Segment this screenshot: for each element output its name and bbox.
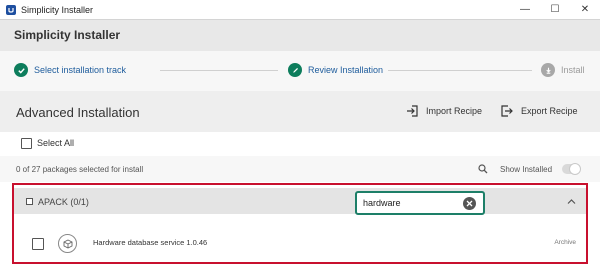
search-icon[interactable] bbox=[478, 164, 488, 174]
progress-stepper: Select installation track Review Install… bbox=[0, 51, 600, 91]
window-controls: — ☐ ✕ bbox=[510, 0, 600, 19]
group-label: APACK (0/1) bbox=[38, 197, 89, 207]
import-recipe-button[interactable]: Import Recipe bbox=[406, 105, 482, 117]
export-recipe-label: Export Recipe bbox=[521, 106, 578, 116]
maximize-button[interactable]: ☐ bbox=[540, 0, 570, 19]
export-icon bbox=[501, 105, 513, 117]
select-all-row: Select All bbox=[0, 132, 600, 156]
step-label: Select installation track bbox=[34, 65, 127, 75]
step-label: Install bbox=[561, 65, 585, 75]
window-title: Simplicity Installer bbox=[21, 4, 94, 15]
close-button[interactable]: ✕ bbox=[570, 0, 600, 19]
step-install[interactable]: Install bbox=[541, 63, 585, 77]
package-row: Hardware database service 1.0.46 Archive bbox=[14, 227, 586, 260]
show-installed-label: Show Installed bbox=[500, 165, 553, 174]
select-all-checkbox[interactable] bbox=[21, 138, 32, 149]
search-popup bbox=[355, 191, 485, 215]
select-all-label[interactable]: Select All bbox=[37, 138, 74, 148]
step-review-installation[interactable]: Review Installation bbox=[288, 63, 383, 77]
step-select-track[interactable]: Select installation track bbox=[14, 63, 126, 77]
pencil-icon bbox=[288, 63, 302, 77]
package-icon bbox=[58, 234, 77, 253]
app-logo-icon bbox=[6, 4, 16, 15]
page-title: Simplicity Installer bbox=[14, 28, 121, 42]
group-checkbox[interactable] bbox=[26, 198, 33, 205]
window-titlebar: Simplicity Installer — ☐ ✕ bbox=[0, 0, 600, 19]
section-title: Advanced Installation bbox=[16, 105, 140, 120]
package-group-header[interactable]: APACK (0/1) bbox=[14, 188, 586, 214]
step-connector bbox=[160, 70, 278, 71]
package-checkbox[interactable] bbox=[32, 238, 44, 250]
export-recipe-button[interactable]: Export Recipe bbox=[501, 105, 578, 117]
import-recipe-label: Import Recipe bbox=[426, 106, 483, 116]
app-header: Simplicity Installer bbox=[0, 19, 600, 51]
packages-toolbar: 0 of 27 packages selected for install Sh… bbox=[0, 156, 600, 182]
check-icon bbox=[14, 63, 28, 77]
chevron-up-icon[interactable] bbox=[567, 198, 576, 205]
selected-count: 0 of 27 packages selected for install bbox=[16, 165, 144, 174]
advanced-installation-bar: Advanced Installation Import Recipe Expo… bbox=[0, 91, 600, 132]
minimize-button[interactable]: — bbox=[510, 0, 540, 19]
package-tag: Archive bbox=[554, 239, 576, 246]
toggle-knob bbox=[569, 163, 581, 175]
show-installed-toggle[interactable] bbox=[562, 163, 581, 175]
search-input[interactable] bbox=[363, 196, 458, 210]
clear-search-icon[interactable] bbox=[463, 197, 476, 210]
step-connector bbox=[388, 70, 532, 71]
package-name: Hardware database service 1.0.46 bbox=[93, 238, 208, 247]
step-label: Review Installation bbox=[308, 65, 384, 75]
import-icon bbox=[407, 105, 418, 117]
download-icon bbox=[541, 63, 555, 77]
